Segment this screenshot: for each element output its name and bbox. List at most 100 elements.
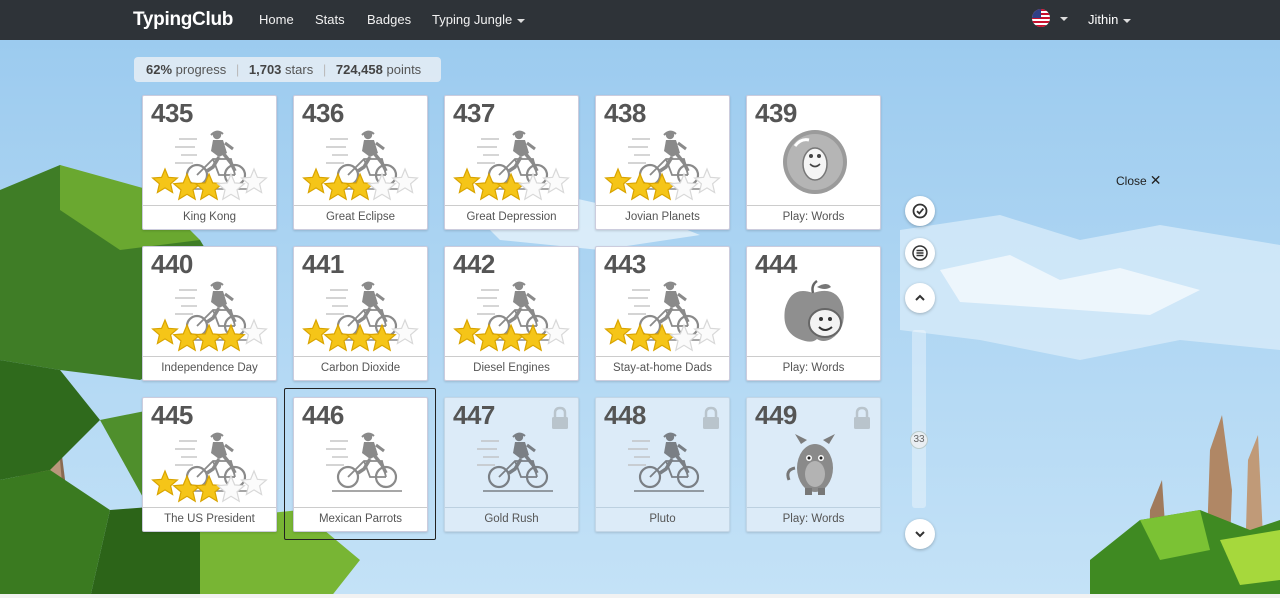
user-name: Jithin bbox=[1088, 12, 1119, 27]
star-empty-icon bbox=[542, 167, 570, 194]
game-character-icon bbox=[783, 130, 847, 194]
lesson-card-448[interactable]: 448 Pluto bbox=[595, 397, 730, 532]
scroll-up-button[interactable] bbox=[905, 283, 935, 313]
lesson-card-440[interactable]: 440 Independence Day bbox=[142, 246, 277, 381]
star-empty-icon bbox=[693, 318, 721, 345]
star-filled-icon bbox=[151, 167, 179, 194]
lesson-number: 435 bbox=[151, 98, 193, 128]
points-value: 724,458 bbox=[335, 62, 383, 77]
stars-value: 1,703 bbox=[248, 62, 282, 77]
lesson-card-449[interactable]: 449 Play: Words bbox=[746, 397, 881, 532]
scroll-down-button[interactable] bbox=[905, 519, 935, 549]
star-filled-icon bbox=[216, 323, 246, 352]
menu-lines-icon bbox=[912, 245, 928, 261]
separator: | bbox=[235, 62, 240, 77]
lesson-number: 443 bbox=[604, 249, 646, 279]
lesson-title: Play: Words bbox=[747, 507, 880, 531]
scroll-track[interactable]: 33 bbox=[910, 330, 928, 508]
progress-value: 62% bbox=[146, 62, 173, 77]
lesson-number: 438 bbox=[604, 98, 646, 128]
star-filled-icon bbox=[194, 172, 224, 201]
check-circle-icon bbox=[912, 203, 928, 219]
lesson-title: Diesel Engines bbox=[445, 356, 578, 380]
lesson-card-437[interactable]: 437 Great Depression bbox=[444, 95, 579, 230]
star-filled-icon bbox=[345, 172, 375, 201]
star-rating bbox=[453, 318, 570, 352]
caret-down-icon bbox=[517, 18, 526, 23]
check-circle-button[interactable] bbox=[905, 196, 935, 226]
lesson-card-435[interactable]: 435 King Kong bbox=[142, 95, 277, 230]
close-icon: ✕ bbox=[1149, 172, 1162, 188]
star-empty-icon bbox=[216, 172, 246, 201]
lesson-card-447[interactable]: 447 Gold Rush bbox=[444, 397, 579, 532]
lesson-title: Jovian Planets bbox=[596, 205, 729, 229]
lesson-card-438[interactable]: 438 Jovian Planets bbox=[595, 95, 730, 230]
star-rating bbox=[151, 167, 268, 201]
lesson-title: Carbon Dioxide bbox=[294, 356, 427, 380]
menu-button[interactable] bbox=[905, 238, 935, 268]
star-filled-icon bbox=[604, 167, 632, 194]
game-character-icon bbox=[784, 279, 844, 342]
star-empty-icon bbox=[367, 172, 397, 201]
star-empty-icon bbox=[693, 167, 721, 194]
star-filled-icon bbox=[604, 318, 632, 345]
brand-logo[interactable]: TypingClub bbox=[133, 9, 233, 31]
star-filled-icon bbox=[647, 323, 677, 352]
stats-summary: 62% progress | 1,703 stars | 724,458 poi… bbox=[134, 57, 441, 82]
separator: | bbox=[322, 62, 327, 77]
lesson-title: Play: Words bbox=[747, 356, 880, 380]
user-menu[interactable]: Jithin bbox=[1088, 12, 1132, 27]
star-rating bbox=[302, 167, 419, 201]
selected-lesson-frame bbox=[284, 388, 436, 540]
lesson-title: Gold Rush bbox=[445, 507, 578, 531]
star-filled-icon bbox=[496, 323, 526, 352]
star-filled-icon bbox=[367, 323, 397, 352]
lesson-card-444[interactable]: 444 Play: Words bbox=[746, 246, 881, 381]
lesson-title: The US President bbox=[143, 507, 276, 531]
star-empty-icon bbox=[240, 167, 268, 194]
star-empty-icon bbox=[542, 318, 570, 345]
star-rating bbox=[604, 318, 721, 352]
close-label: Close bbox=[1116, 174, 1147, 188]
star-empty-icon bbox=[391, 318, 419, 345]
lesson-card-445[interactable]: 445 The US President bbox=[142, 397, 277, 532]
nav-stats-link[interactable]: Stats bbox=[315, 12, 345, 27]
lesson-number: 437 bbox=[453, 98, 495, 128]
lesson-number: 447 bbox=[453, 400, 495, 430]
bottom-strip bbox=[0, 594, 1280, 598]
nav-badges-link[interactable]: Badges bbox=[367, 12, 411, 27]
lesson-number: 445 bbox=[151, 400, 193, 430]
lesson-card-439[interactable]: 439 Play: Words bbox=[746, 95, 881, 230]
language-caret-icon[interactable] bbox=[1060, 17, 1068, 21]
star-empty-icon bbox=[669, 323, 699, 352]
lesson-title: Pluto bbox=[596, 507, 729, 531]
star-empty-icon bbox=[240, 469, 268, 496]
nav-home-link[interactable]: Home bbox=[259, 12, 294, 27]
close-button[interactable]: Close ✕ bbox=[1116, 172, 1161, 189]
lesson-card-443[interactable]: 443 Stay-at-home Dads bbox=[595, 246, 730, 381]
star-filled-icon bbox=[453, 167, 481, 194]
lesson-number: 449 bbox=[755, 400, 797, 430]
star-filled-icon bbox=[151, 469, 179, 496]
lesson-title: King Kong bbox=[143, 205, 276, 229]
lesson-number: 439 bbox=[755, 98, 797, 128]
star-filled-icon bbox=[453, 318, 481, 345]
lock-icon bbox=[854, 406, 870, 429]
star-filled-icon bbox=[151, 318, 179, 345]
star-rating bbox=[453, 167, 570, 201]
star-empty-icon bbox=[518, 172, 548, 201]
star-empty-icon bbox=[669, 172, 699, 201]
scroll-thumb[interactable]: 33 bbox=[910, 431, 928, 449]
lesson-card-436[interactable]: 436 Great Eclipse bbox=[293, 95, 428, 230]
chevron-down-icon bbox=[915, 531, 925, 538]
nav-typing-jungle-dropdown[interactable]: Typing Jungle bbox=[432, 12, 526, 27]
top-navbar: TypingClub Home Stats Badges Typing Jung… bbox=[0, 0, 1280, 40]
points-label: points bbox=[386, 62, 422, 77]
star-filled-icon bbox=[345, 323, 375, 352]
lesson-title: Stay-at-home Dads bbox=[596, 356, 729, 380]
lesson-card-441[interactable]: 441 Carbon Dioxide bbox=[293, 246, 428, 381]
lesson-title: Play: Words bbox=[747, 205, 880, 229]
us-flag-icon[interactable] bbox=[1032, 9, 1050, 27]
star-rating bbox=[604, 167, 721, 201]
lesson-card-442[interactable]: 442 Diesel Engines bbox=[444, 246, 579, 381]
